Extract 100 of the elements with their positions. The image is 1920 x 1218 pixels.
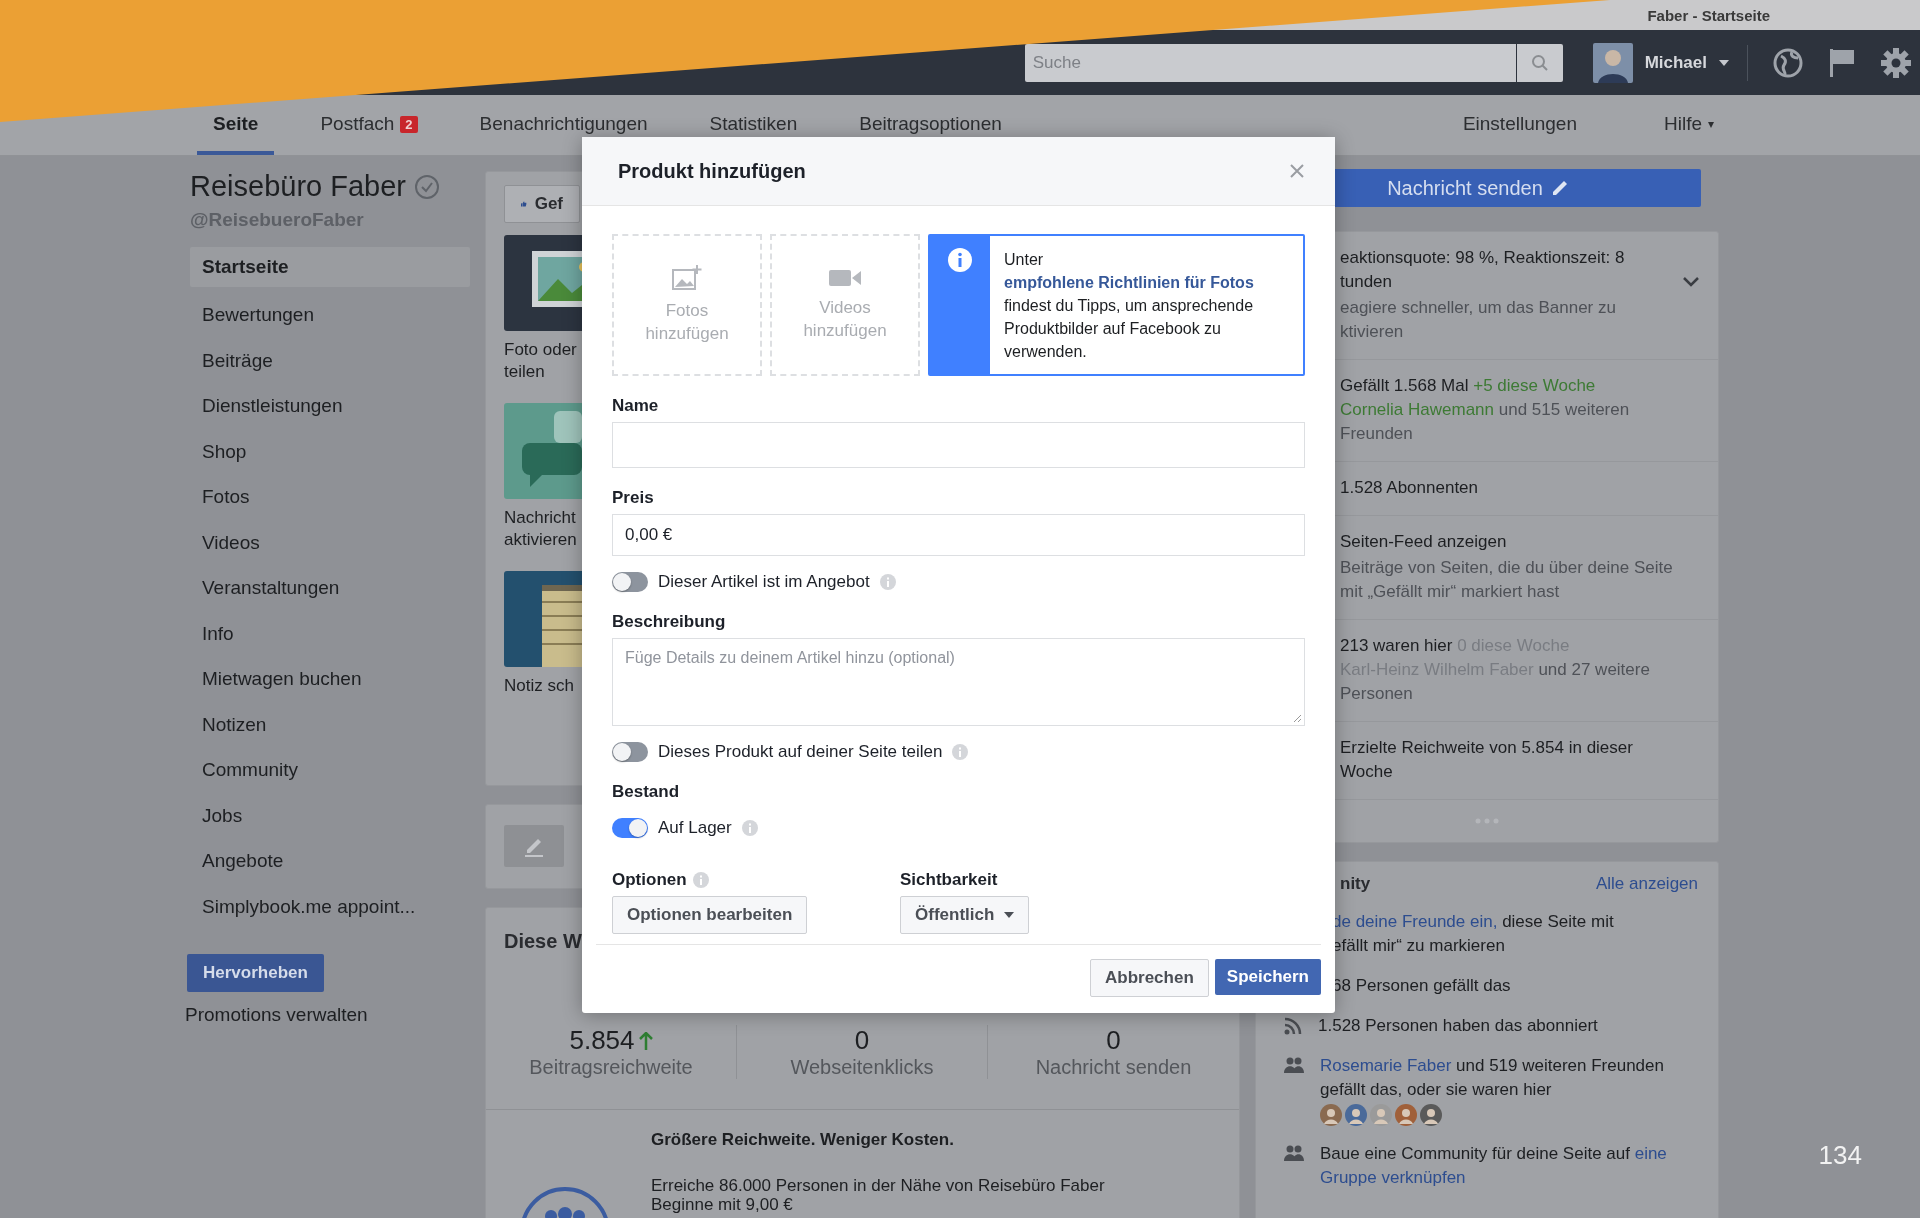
avatar-icon[interactable] xyxy=(1320,1104,1342,1126)
section-label: Bestand xyxy=(612,782,681,802)
promo-title: Größere Reichweite. Weniger Kosten. xyxy=(651,1130,955,1150)
info-text: Beiträge von Seiten, die du über deine Seite mit „Gefällt mir“ markiert hast xyxy=(1340,557,1674,603)
manage-link[interactable]: Promotions verwalten xyxy=(185,1003,470,1026)
cancel-button[interactable]: Abbrechen xyxy=(1090,959,1209,997)
field-label: Sichtbarkeit xyxy=(900,870,999,890)
promo-text: Erreiche 86.000 Personen in der Nähe von Reisebüro Faber xyxy=(651,1176,1105,1196)
toggle-label: Dieser Artikel ist im Angebot xyxy=(658,572,870,592)
promote-button[interactable]: Hervorheben xyxy=(187,953,324,992)
info-icon xyxy=(952,744,969,760)
link[interactable]: Gruppe verknüpfen xyxy=(1320,1168,1466,1187)
sidebar-item[interactable]: Notizen xyxy=(190,702,470,748)
info-icon xyxy=(741,820,758,836)
edit-options-button[interactable]: Optionen bearbeiten xyxy=(612,896,808,934)
info-icon xyxy=(692,872,709,888)
info-text: eaktionsquote: 98 %, Reaktionszeit: 8 tunden xyxy=(1340,247,1626,293)
globe-icon[interactable] xyxy=(1772,46,1804,79)
tab[interactable]: Hilfe ▾ xyxy=(1648,109,1730,155)
toggle-switch[interactable] xyxy=(612,572,648,592)
tab[interactable]: Seite xyxy=(197,109,275,155)
toggle-switch[interactable] xyxy=(612,818,648,838)
field-label: Beschreibung xyxy=(612,612,727,632)
sidebar-item[interactable]: Mietwagen buchen xyxy=(190,656,470,702)
field-label: Preis xyxy=(612,488,655,508)
stat-label: Webseitenklicks xyxy=(790,1056,934,1079)
sidebar-item[interactable]: Community xyxy=(190,747,470,793)
sidebar-item[interactable]: Info xyxy=(190,611,470,657)
count-badge: 2 xyxy=(400,115,418,133)
flag-icon[interactable] xyxy=(1828,46,1856,79)
stat-value: 5.854 xyxy=(569,1025,635,1056)
arrow-up-icon xyxy=(638,1031,653,1050)
edit-button[interactable] xyxy=(504,825,564,867)
toggle-label: Dieses Produkt auf deiner Seite teilen xyxy=(658,742,943,762)
action-label[interactable]: Nachricht aktivieren xyxy=(504,507,582,551)
video-camera-icon xyxy=(829,268,861,288)
settings-icon[interactable] xyxy=(1880,46,1912,79)
search-field[interactable]: Suche xyxy=(1024,43,1516,82)
sidebar-item[interactable]: Angebote xyxy=(190,838,470,884)
sidebar-item[interactable]: Dienstleistungen xyxy=(190,383,470,429)
pencil-icon xyxy=(1550,179,1569,197)
avatar-icon xyxy=(1592,42,1633,83)
save-button[interactable]: Speichern xyxy=(1214,959,1321,995)
input-field[interactable] xyxy=(612,422,1305,468)
card-title: Diese W xyxy=(504,930,583,953)
sidebar-item[interactable]: Startseite xyxy=(190,247,470,287)
people-icon xyxy=(1284,1057,1304,1073)
sidebar-item[interactable]: Fotos xyxy=(190,474,470,520)
avatar-icon[interactable] xyxy=(1420,1104,1442,1126)
tip-text: Unter empfohlene Richtlinien für Fotos findest du Tipps, um ansprechende Produktbilder auf Facebook zu verwenden. xyxy=(1003,250,1255,362)
see-all-link[interactable]: Alle anzeigen xyxy=(1595,874,1698,894)
promo-text: Beginne mit 9,00 € xyxy=(651,1196,794,1214)
input-field[interactable]: 0,00 € xyxy=(612,514,1305,556)
like-button[interactable]: Gef xyxy=(504,185,580,223)
sidebar-item[interactable]: Jobs xyxy=(190,793,470,839)
caret-icon xyxy=(1004,912,1015,918)
tab[interactable]: Postfach 2 xyxy=(304,109,434,155)
info-text: eagiere schneller, um das Banner zu ktivieren xyxy=(1340,297,1617,343)
stat-label: Beitragsreichweite xyxy=(529,1056,693,1079)
link[interactable]: eine xyxy=(1634,1144,1667,1163)
field-label: Optionen xyxy=(612,870,687,890)
chevron-icon[interactable] xyxy=(1682,276,1700,288)
action-label[interactable]: Notiz sch xyxy=(504,675,582,697)
sidebar-item[interactable]: Simplybook.me appoint... xyxy=(190,884,470,930)
info-text: Erzielte Reichweite von 5.854 in dieser Woche xyxy=(1340,737,1634,783)
sidebar-item[interactable]: Veranstaltungen xyxy=(190,565,470,611)
visibility-dropdown[interactable]: Öffentlich xyxy=(900,896,1030,934)
link[interactable]: empfohlene Richtlinien für Fotos xyxy=(1004,274,1254,291)
sidebar-item[interactable]: Beiträge xyxy=(190,338,470,384)
info-text: Seiten-Feed anzeigen xyxy=(1340,531,1508,553)
avatar-icon[interactable] xyxy=(1345,1104,1367,1126)
info-text: Rosemarie Faber und 519 weiteren Freunden gefällt das, oder sie waren hier xyxy=(1320,1055,1664,1101)
stat-label: Nachricht senden xyxy=(1035,1056,1192,1079)
toggle-switch[interactable] xyxy=(612,742,648,762)
sidebar-item[interactable]: Shop xyxy=(190,429,470,475)
people-icon xyxy=(1284,1145,1304,1161)
close-icon[interactable] xyxy=(1289,163,1305,179)
info-icon xyxy=(948,248,972,272)
rss-icon xyxy=(1284,1017,1302,1035)
info-text: 1.528 Abonnenten xyxy=(1340,477,1480,499)
sidebar-item[interactable]: Videos xyxy=(190,520,470,566)
search-button[interactable] xyxy=(1516,43,1563,82)
page-number: 134 xyxy=(1818,1140,1862,1171)
card-title: nity xyxy=(1340,874,1371,894)
stat-value: 0 xyxy=(1106,1025,1121,1056)
info-icon xyxy=(879,574,896,590)
avatar-icon[interactable] xyxy=(1395,1104,1417,1126)
toggle-label: Auf Lager xyxy=(658,818,732,838)
info-text: Baue eine Community für deine Seite auf eine Gruppe verknüpfen xyxy=(1320,1143,1667,1189)
page-name: Reisebüro Faber xyxy=(190,170,406,203)
tab[interactable]: Einstellungen xyxy=(1446,109,1593,155)
profile-button[interactable]: Michael xyxy=(1592,42,1729,83)
resize-grip-icon[interactable] xyxy=(1293,714,1302,723)
link[interactable]: Rosemarie Faber xyxy=(1320,1056,1452,1075)
action-label[interactable]: Foto oder teilen xyxy=(504,339,582,383)
dialog-title: Produkt hinzufügen xyxy=(618,159,806,183)
field-label: Name xyxy=(612,396,660,416)
text-area[interactable]: Füge Details zu deinem Artikel hinzu (optional) xyxy=(612,638,1305,726)
photo-add-icon xyxy=(672,265,702,291)
sidebar-item[interactable]: Bewertungen xyxy=(190,292,470,338)
